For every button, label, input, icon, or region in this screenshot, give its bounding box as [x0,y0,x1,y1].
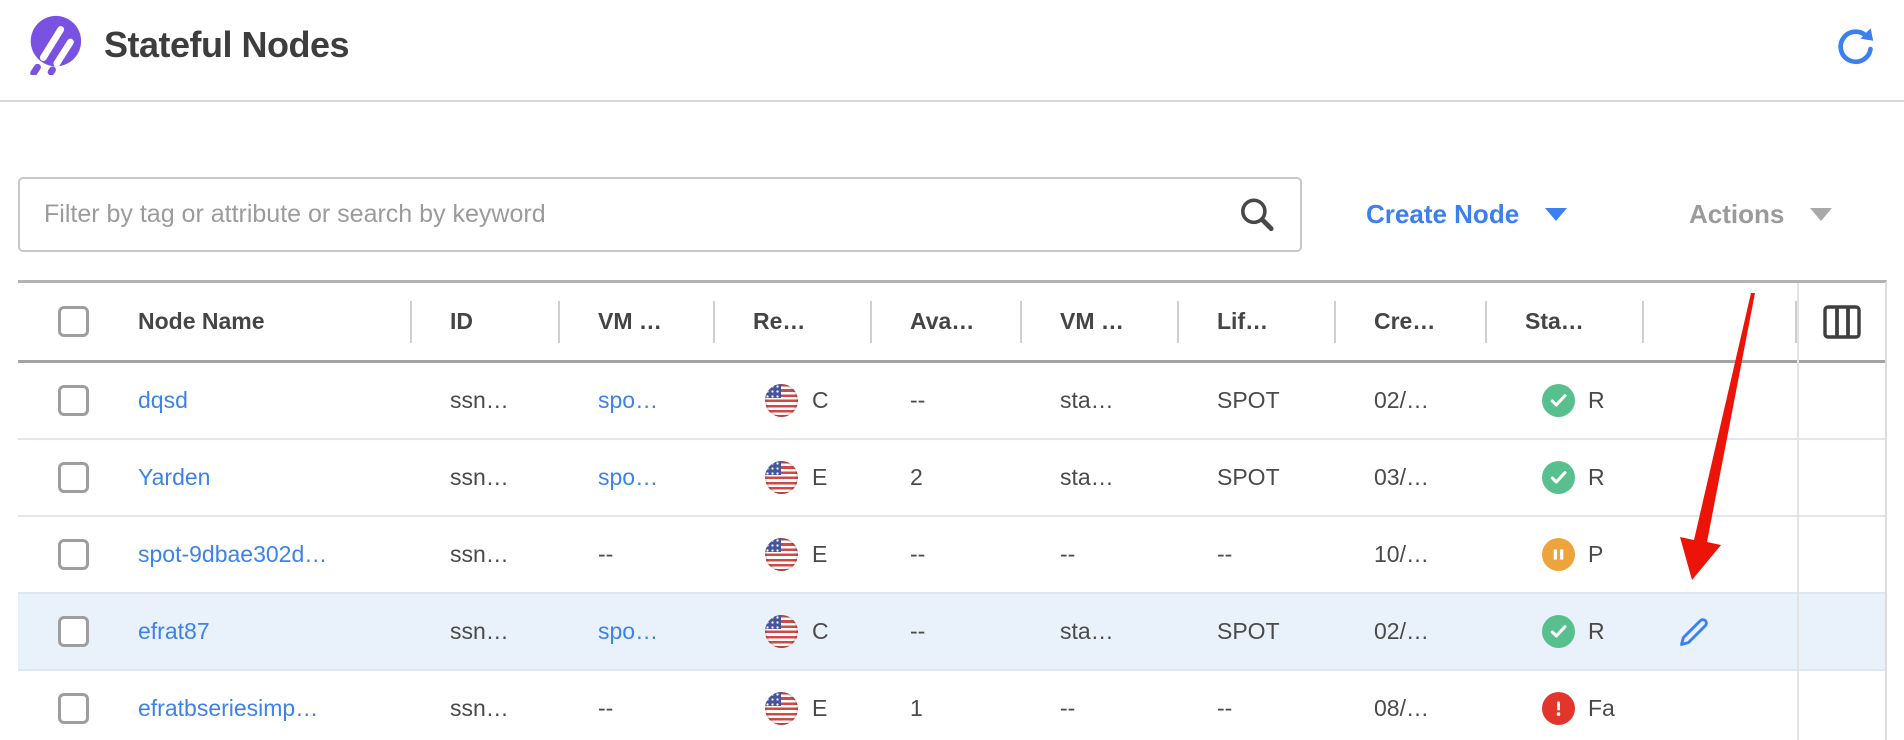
header-divider [0,100,1904,102]
availability-value: -- [910,618,925,645]
created-date: 10/… [1374,541,1429,568]
status-running-icon [1542,461,1575,494]
node-name-link[interactable]: Yarden [138,464,210,491]
table-row: Yarden ssn… spo… E 2 sta… SPOT 03/… R [18,440,1885,517]
col-header-created[interactable]: Cre… [1336,283,1487,360]
created-date: 08/… [1374,695,1429,722]
col-header-id[interactable]: ID [412,283,560,360]
col-header-lifecycle[interactable]: Lif… [1179,283,1336,360]
chevron-down-icon [1810,208,1832,221]
status-label: P [1588,541,1603,568]
status-label: R [1588,464,1605,491]
us-flag-icon [765,384,798,417]
region-label: E [812,695,827,722]
column-picker-icon[interactable] [1823,305,1861,339]
created-date: 02/… [1374,387,1429,414]
table-header-row: Node Name ID VM … Re… Ava… VM … Lif… Cre… [18,283,1885,363]
flag-canton [765,538,781,552]
vm-link[interactable]: spo… [598,618,658,645]
status-label: R [1588,618,1605,645]
vm-link: -- [598,541,613,568]
created-date: 02/… [1374,618,1429,645]
table-row: efrat87 ssn… spo… C -- sta… SPOT 02/… R [18,594,1885,671]
region-label: E [812,541,827,568]
filter-input[interactable] [18,177,1302,252]
status-running-icon [1542,384,1575,417]
vm-size-value: sta… [1060,387,1114,414]
availability-value: 1 [910,695,923,722]
vm-size-value: -- [1060,695,1075,722]
node-name-link[interactable]: efrat87 [138,618,210,645]
node-id: ssn… [450,618,509,645]
chevron-down-icon [1545,208,1567,221]
us-flag-icon [765,461,798,494]
spot-logo-icon [22,13,84,75]
col-header-actions [1644,283,1797,360]
col-header-vm[interactable]: VM … [560,283,715,360]
status-failed-icon [1542,692,1575,725]
availability-value: -- [910,541,925,568]
flag-canton [765,615,781,629]
vm-size-value: sta… [1060,464,1114,491]
us-flag-icon [765,538,798,571]
node-name-link[interactable]: dqsd [138,387,188,414]
flag-canton [765,692,781,706]
status-paused-icon [1542,538,1575,571]
select-all-checkbox[interactable] [58,306,89,337]
col-header-region[interactable]: Re… [715,283,872,360]
status-label: R [1588,387,1605,414]
node-id: ssn… [450,387,509,414]
created-date: 03/… [1374,464,1429,491]
page-title: Stateful Nodes [104,24,349,66]
node-id: ssn… [450,541,509,568]
actions-button[interactable]: Actions [1689,177,1832,252]
pinned-column-divider [1797,283,1799,740]
stateful-nodes-table: Node Name ID VM … Re… Ava… VM … Lif… Cre… [18,280,1887,740]
create-node-button[interactable]: Create Node [1366,177,1567,252]
region-label: C [812,618,829,645]
table-row: spot-9dbae302d… ssn… -- E -- -- -- 10/… P [18,517,1885,594]
vm-size-value: -- [1060,541,1075,568]
availability-value: -- [910,387,925,414]
col-header-vm-size[interactable]: VM … [1022,283,1179,360]
status-label: Fa [1588,695,1615,722]
lifecycle-value: SPOT [1217,464,1280,491]
row-checkbox[interactable] [58,616,89,647]
vm-link[interactable]: spo… [598,387,658,414]
flag-canton [765,384,781,398]
vm-link[interactable]: spo… [598,464,658,491]
table-row: efratbseriesimp… ssn… -- E 1 -- -- 08/… Fa [18,671,1885,740]
col-header-node-name[interactable]: Node Name [100,283,412,360]
node-id: ssn… [450,695,509,722]
region-label: E [812,464,827,491]
vm-size-value: sta… [1060,618,1114,645]
row-checkbox[interactable] [58,462,89,493]
row-checkbox[interactable] [58,693,89,724]
row-checkbox[interactable] [58,385,89,416]
node-name-link[interactable]: spot-9dbae302d… [138,541,327,568]
table-body: dqsdssn…spo…C--sta…SPOT02/…RYardenssn…sp… [18,363,1885,740]
node-name-link[interactable]: efratbseriesimp… [138,695,318,722]
availability-value: 2 [910,464,923,491]
refresh-icon[interactable] [1834,24,1878,68]
flag-canton [765,461,781,475]
status-running-icon [1542,615,1575,648]
table-row: dqsd ssn… spo… C -- sta… SPOT 02/… R [18,363,1885,440]
us-flag-icon [765,692,798,725]
actions-label: Actions [1689,199,1784,230]
node-id: ssn… [450,464,509,491]
col-header-status[interactable]: Sta… [1487,283,1644,360]
stateful-nodes-page: Stateful Nodes Create Node Actions Node … [0,0,1904,740]
create-node-label: Create Node [1366,199,1519,230]
row-checkbox[interactable] [58,539,89,570]
region-label: C [812,387,829,414]
edit-pencil-icon[interactable] [1678,616,1710,648]
lifecycle-value: SPOT [1217,387,1280,414]
col-header-availability[interactable]: Ava… [872,283,1022,360]
lifecycle-value: SPOT [1217,618,1280,645]
lifecycle-value: -- [1217,695,1232,722]
vm-link: -- [598,695,613,722]
us-flag-icon [765,615,798,648]
lifecycle-value: -- [1217,541,1232,568]
